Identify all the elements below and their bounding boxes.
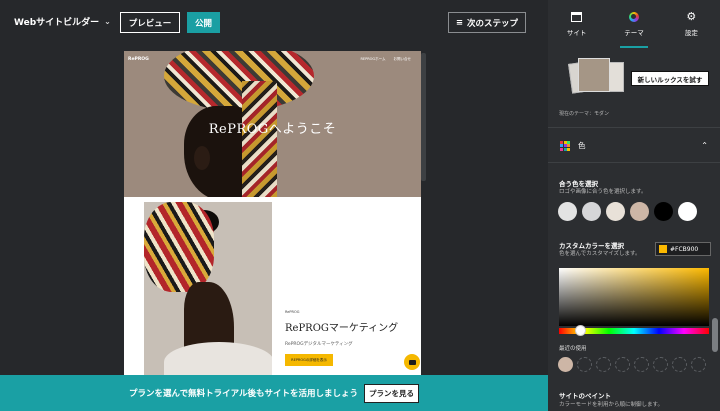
view-plans-button[interactable]: プランを見る [364,383,419,403]
nav-item-contact[interactable]: お問い合せ [394,57,412,62]
hue-slider[interactable] [559,325,709,336]
list-icon: ≡ [455,17,464,28]
color-swatch[interactable] [678,202,697,221]
nav-item-home[interactable]: REPROGホーム [360,57,385,62]
editor-canvas: RePROG REPROGホーム お問い合せ RePROGへようこそ RePRO… [0,45,548,375]
website-builder-app: Webサイトビルダー ⌄ プレビュー 公開 ≡ 次のステップ RePROG RE… [0,0,720,411]
tab-settings[interactable]: ⚙ 設定 [663,0,720,48]
current-theme-label: 現在のテーマ：モダン [559,111,610,117]
hex-color-value: #FCB900 [670,245,699,253]
recent-color-slot [653,357,668,372]
looks-section: 新しいルックスを試す 現在のテーマ：モダン [548,48,720,128]
match-colors-subtitle: ロゴや画像に合う色を選択します。 [559,189,647,195]
tab-site-label: サイト [566,28,587,37]
hex-color-chip [659,245,667,253]
chat-bubble-icon [408,359,416,365]
publish-button[interactable]: 公開 [187,12,220,33]
color-swatch[interactable] [582,202,601,221]
preview-button[interactable]: プレビュー [120,12,180,33]
about-heading[interactable]: RePROGマーケティング [285,319,398,334]
next-step-button[interactable]: ≡ 次のステップ [448,12,526,33]
recent-color-swatch[interactable] [558,357,573,372]
hero-image-ear [194,146,210,170]
about-image[interactable] [144,202,272,375]
color-swatch[interactable] [630,202,649,221]
try-new-look-button[interactable]: 新しいルックスを試す [631,71,709,86]
trial-banner-message: プランを選んで無料トライアル後もサイトを活用しましょう [129,389,358,399]
trial-banner: プランを選んで無料トライアル後もサイトを活用しましょう プランを見る [0,375,548,411]
tab-theme[interactable]: テーマ [605,0,662,48]
color-swatch[interactable] [654,202,673,221]
chevron-up-icon: ⌃ [701,141,708,150]
recent-color-slot [615,357,630,372]
tab-settings-label: 設定 [684,28,698,37]
about-image-headwrap [144,202,214,292]
hex-color-input[interactable]: #FCB900 [655,242,711,256]
about-cta-button[interactable]: REPROGの詳細を表示 [285,354,333,366]
recent-colors-title: 最近の使用 [559,346,587,352]
gear-icon: ⚙ [686,9,697,23]
color-swatches [558,202,697,221]
top-toolbar: Webサイトビルダー ⌄ プレビュー 公開 ≡ 次のステップ [0,0,548,45]
custom-color-subtitle: 色を選んでカスタマイズします。 [559,251,641,257]
recent-color-slot [691,357,706,372]
hero-image-wrap [242,81,277,197]
site-preview[interactable]: RePROG REPROGホーム お問い合せ RePROGへようこそ RePRO… [124,51,421,375]
site-logo[interactable]: RePROG [128,57,149,62]
preview-scrollbar[interactable] [421,53,426,181]
site-builder-menu[interactable]: Webサイトビルダー ⌄ [14,15,111,28]
color-section-label: 色 [578,141,586,150]
chevron-down-icon: ⌄ [104,17,111,26]
site-paint-title: サイトのペイント [559,392,611,400]
theme-icon [628,11,639,22]
panel-tabs: サイト テーマ ⚙ 設定 [548,0,720,48]
hue-slider-knob[interactable] [575,325,586,336]
panel-scrollbar[interactable] [712,318,718,352]
site-icon [571,11,583,22]
look-thumbnail [578,58,610,92]
recent-colors [558,357,706,372]
hero-image-headwrap [164,51,314,111]
about-description[interactable]: RePROGデジタルマーケティング [285,341,353,347]
recent-color-slot [596,357,611,372]
tab-theme-label: テーマ [624,28,644,37]
site-nav: REPROGホーム お問い合せ [360,57,411,62]
hero-section[interactable]: RePROG REPROGホーム お問い合せ RePROGへようこそ [124,51,421,197]
about-kicker: RePROG [285,310,300,314]
about-image-shirt [164,342,272,375]
color-swatch[interactable] [558,202,577,221]
recent-color-slot [672,357,687,372]
chat-button[interactable] [404,354,420,370]
hero-title[interactable]: RePROGへようこそ [124,118,421,137]
color-swatch[interactable] [606,202,625,221]
color-picker-area[interactable] [559,268,709,326]
next-step-label: 次のステップ [467,18,519,29]
color-section-header[interactable]: 色 ⌃ [548,129,720,163]
palette-icon [560,140,570,151]
site-paint-subtitle: カラーモードを利用から順に制御します。 [559,402,663,408]
recent-color-slot [634,357,649,372]
site-builder-label: Webサイトビルダー [14,18,100,28]
recent-color-slot [577,357,592,372]
tab-site[interactable]: サイト [548,0,605,48]
